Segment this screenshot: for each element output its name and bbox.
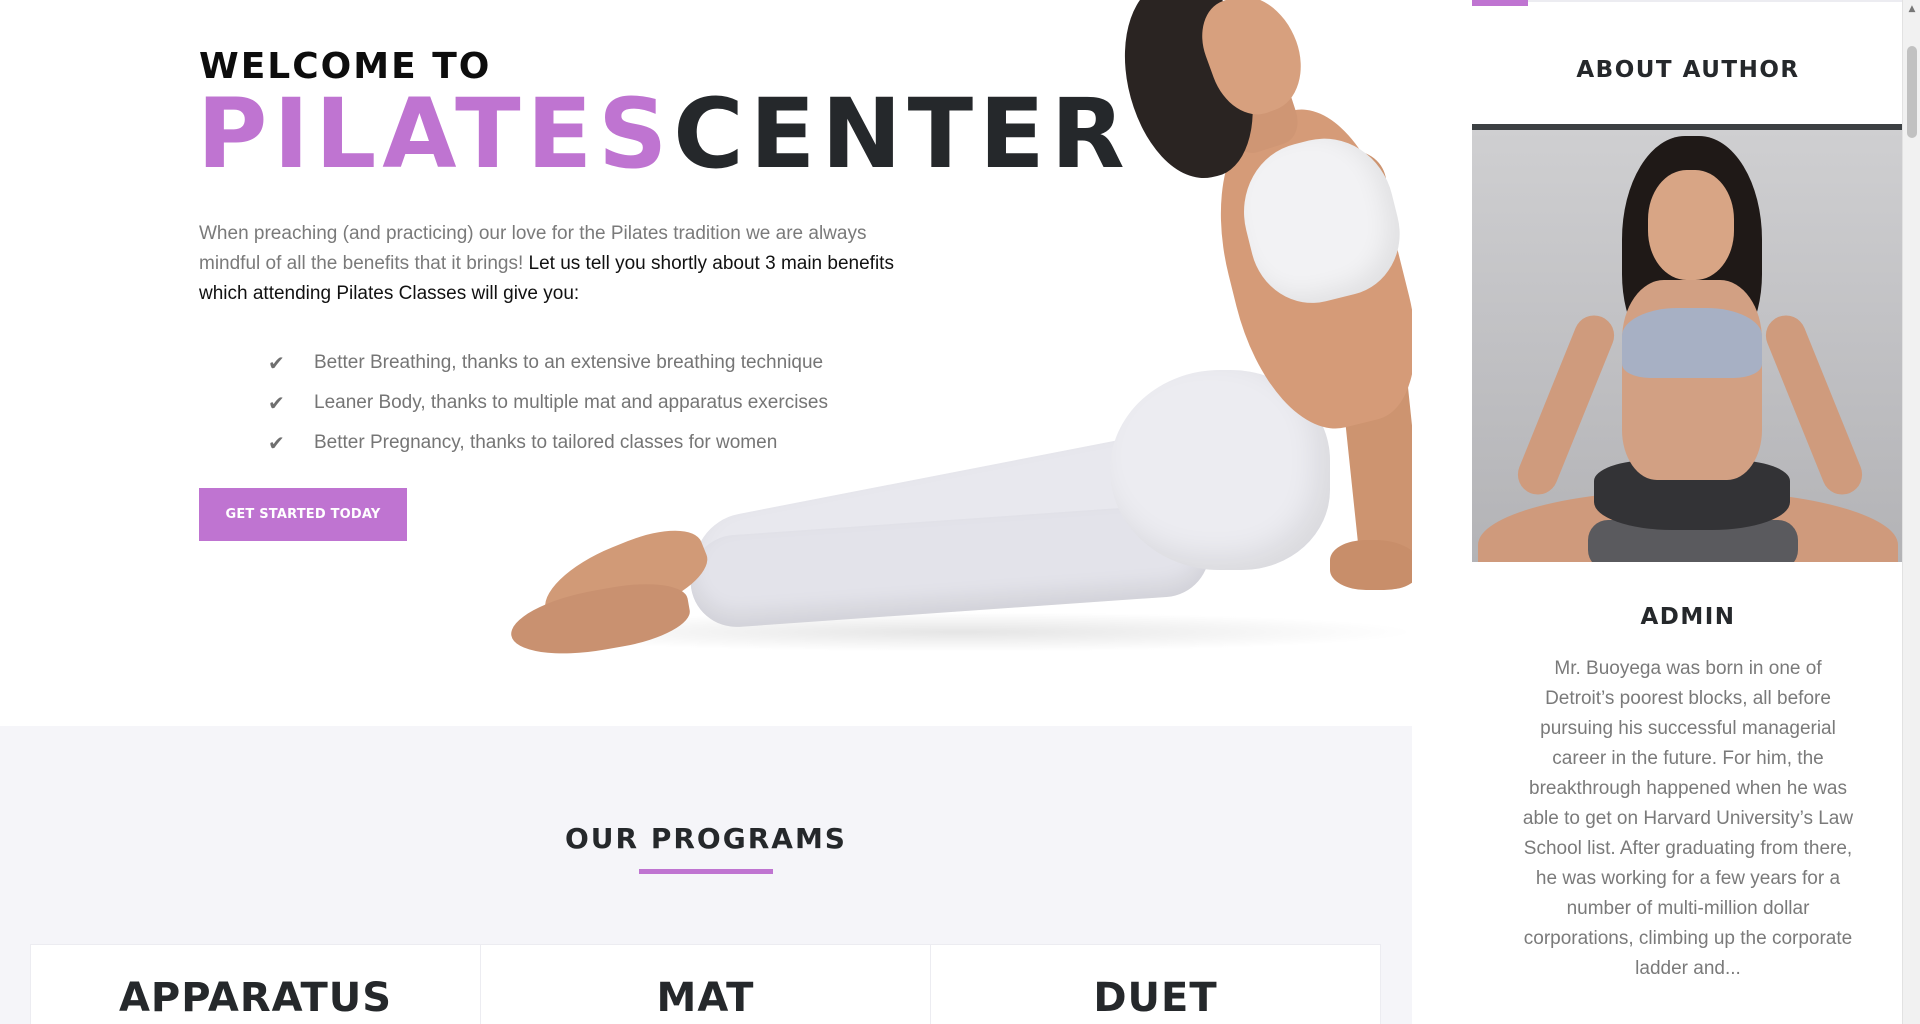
- about-author-widget: ABOUT AUTHOR ADMIN Mr. Buoyega was born …: [1472, 0, 1904, 1024]
- program-card-mat[interactable]: MAT: [481, 945, 931, 1024]
- program-card-duet[interactable]: DUET: [931, 945, 1380, 1024]
- author-photo: [1472, 130, 1904, 562]
- scrollbar-thumb[interactable]: [1907, 46, 1917, 138]
- get-started-button[interactable]: GET STARTED TODAY: [199, 488, 407, 541]
- brand-title-pilates: PILATES: [197, 78, 674, 190]
- benefit-item: ✔ Leaner Body, thanks to multiple mat an…: [268, 383, 828, 423]
- page: WELCOME TO PILATESCENTER When preaching …: [0, 0, 1920, 1024]
- program-cards: APPARATUS MAT DUET: [30, 944, 1381, 1024]
- benefit-text: Leaner Body, thanks to multiple mat and …: [314, 392, 828, 413]
- benefit-text: Better Breathing, thanks to an extensive…: [314, 352, 824, 373]
- benefit-text: Better Pregnancy, thanks to tailored cla…: [314, 432, 778, 453]
- brand-title-center: CENTER: [673, 78, 1131, 190]
- scroll-up-arrow-icon[interactable]: ▲: [1903, 0, 1920, 18]
- hero-intro-text: When preaching (and practicing) our love…: [199, 219, 899, 309]
- author-name: ADMIN: [1640, 604, 1736, 630]
- check-icon: ✔: [268, 392, 285, 415]
- program-card-title: MAT: [656, 975, 755, 1021]
- benefit-item: ✔ Better Breathing, thanks to an extensi…: [268, 343, 828, 383]
- check-icon: ✔: [268, 352, 285, 375]
- about-author-heading: ABOUT AUTHOR: [1576, 57, 1800, 83]
- author-bio: Mr. Buoyega was born in one of Detroit’s…: [1522, 658, 1854, 979]
- programs-heading: OUR PROGRAMS: [565, 822, 847, 855]
- sidebar: ABOUT AUTHOR ADMIN Mr. Buoyega was born …: [1412, 0, 1904, 1024]
- benefit-item: ✔ Better Pregnancy, thanks to tailored c…: [268, 423, 828, 463]
- hero-section: WELCOME TO PILATESCENTER When preaching …: [0, 0, 1412, 726]
- widget-top-border: [1472, 0, 1904, 2]
- widget-accent-bar: [1472, 0, 1528, 6]
- program-card-apparatus[interactable]: APPARATUS: [31, 945, 481, 1024]
- programs-heading-underline: [639, 869, 773, 874]
- hero-brand-title: PILATESCENTER: [197, 86, 1131, 182]
- programs-section: OUR PROGRAMS APPARATUS MAT DUET: [0, 726, 1412, 1024]
- check-icon: ✔: [268, 432, 285, 455]
- program-card-title: DUET: [1093, 975, 1218, 1021]
- benefits-list: ✔ Better Breathing, thanks to an extensi…: [268, 343, 828, 463]
- page-scrollbar[interactable]: ▲: [1902, 0, 1920, 1024]
- program-card-title: APPARATUS: [118, 975, 393, 1021]
